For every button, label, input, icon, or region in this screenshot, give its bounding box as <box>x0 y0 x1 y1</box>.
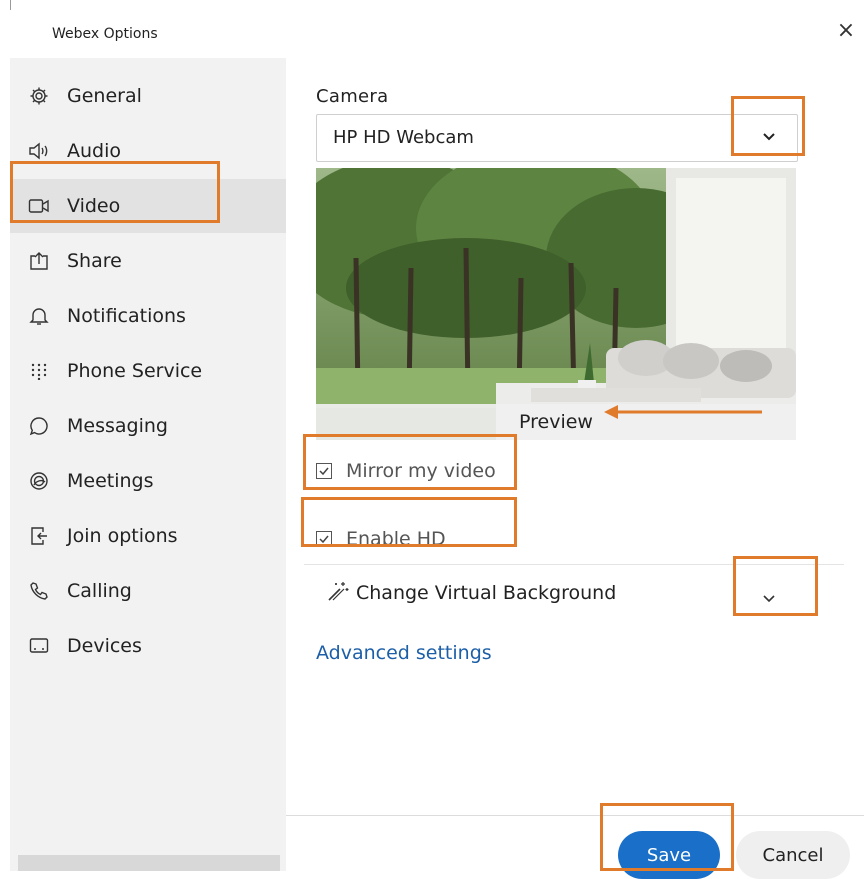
sidebar-item-video[interactable]: Video <box>10 179 286 233</box>
speaker-icon <box>28 140 50 162</box>
cancel-button[interactable]: Cancel <box>736 831 850 879</box>
checkbox-checked-icon[interactable] <box>316 531 332 547</box>
share-icon <box>28 250 50 272</box>
phone-handset-icon <box>28 580 50 602</box>
close-icon[interactable]: × <box>834 20 858 44</box>
sidebar-item-notifications[interactable]: Notifications <box>10 289 286 343</box>
sidebar: General Audio Video Share Notifications … <box>10 58 286 871</box>
webex-options-window: Webex Options × General Audio Video Shar… <box>10 10 864 879</box>
sidebar-item-label: Devices <box>67 635 142 657</box>
sidebar-item-messaging[interactable]: Messaging <box>10 399 286 453</box>
camera-select-value: HP HD Webcam <box>333 127 474 148</box>
join-icon <box>28 525 50 547</box>
title-bar: Webex Options × <box>10 10 864 58</box>
devices-icon <box>28 635 50 657</box>
magic-wand-icon <box>326 580 350 606</box>
sidebar-item-label: General <box>67 85 142 107</box>
sidebar-item-label: Phone Service <box>67 360 203 382</box>
sidebar-item-devices[interactable]: Devices <box>10 619 286 673</box>
sidebar-item-label: Audio <box>67 140 122 162</box>
save-button[interactable]: Save <box>618 831 720 879</box>
footer-divider <box>286 815 864 816</box>
sidebar-item-label: Calling <box>67 580 132 602</box>
checkbox-checked-icon[interactable] <box>316 463 332 479</box>
meetings-icon <box>28 470 50 492</box>
sidebar-scrollbar[interactable] <box>18 855 280 871</box>
camera-select[interactable]: HP HD Webcam <box>316 114 798 162</box>
sidebar-item-audio[interactable]: Audio <box>10 124 286 178</box>
sidebar-item-label: Share <box>67 250 122 272</box>
preview-arrow-icon <box>604 405 762 419</box>
keypad-icon <box>28 360 50 382</box>
virtual-background-label: Change Virtual Background <box>356 582 617 604</box>
enable-hd-checkbox[interactable]: Enable HD <box>316 528 446 550</box>
sidebar-item-label: Meetings <box>67 470 154 492</box>
chat-bubble-icon <box>28 415 50 437</box>
virtual-background-row[interactable]: Change Virtual Background <box>326 580 616 606</box>
sidebar-item-meetings[interactable]: Meetings <box>10 454 286 508</box>
mirror-video-label: Mirror my video <box>346 460 496 482</box>
advanced-settings-link[interactable]: Advanced settings <box>316 642 492 664</box>
sidebar-item-label: Video <box>67 195 121 217</box>
section-divider <box>304 564 844 565</box>
sidebar-item-label: Join options <box>67 525 178 547</box>
sidebar-item-calling[interactable]: Calling <box>10 564 286 618</box>
bell-icon <box>28 305 50 327</box>
gear-icon <box>28 85 50 107</box>
sidebar-item-label: Notifications <box>67 305 186 327</box>
video-settings-panel: Camera HP HD Webcam Preview Mirror my vi… <box>286 58 864 879</box>
sidebar-item-label: Messaging <box>67 415 168 437</box>
video-camera-icon <box>28 195 50 217</box>
sidebar-item-join-options[interactable]: Join options <box>10 509 286 563</box>
mirror-video-checkbox[interactable]: Mirror my video <box>316 460 496 482</box>
camera-label: Camera <box>316 86 389 107</box>
chevron-down-icon[interactable] <box>762 590 776 609</box>
sidebar-item-phone-service[interactable]: Phone Service <box>10 344 286 398</box>
window-title: Webex Options <box>52 26 158 42</box>
chevron-down-icon[interactable] <box>761 128 777 148</box>
enable-hd-label: Enable HD <box>346 528 446 550</box>
sidebar-item-share[interactable]: Share <box>10 234 286 288</box>
sidebar-item-general[interactable]: General <box>10 69 286 123</box>
